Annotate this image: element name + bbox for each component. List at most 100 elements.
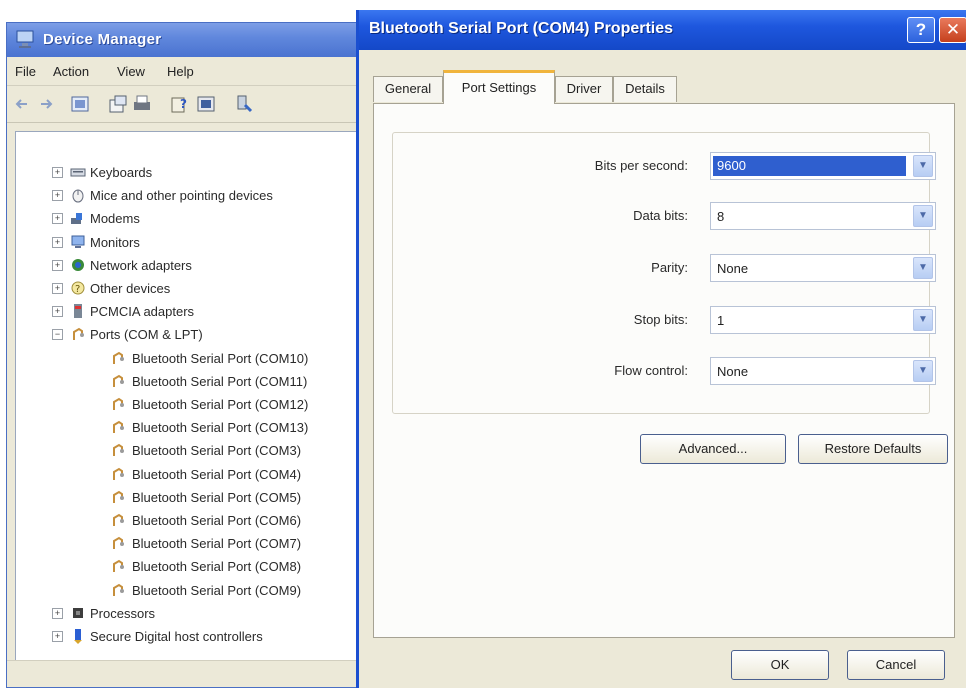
status-bar — [7, 660, 357, 687]
flow-control-value: None — [717, 364, 749, 379]
tree-item-label: Bluetooth Serial Port (COM11) — [132, 373, 308, 389]
mouse-icon — [72, 189, 84, 203]
chevron-down-icon[interactable]: ▼ — [913, 155, 933, 177]
expand-icon[interactable]: + — [52, 167, 63, 178]
tree-device-item[interactable]: Bluetooth Serial Port (COM3) — [16, 440, 356, 462]
cancel-button[interactable]: Cancel — [847, 650, 945, 680]
port-icon — [113, 583, 124, 596]
tree-category[interactable]: + Modems — [16, 208, 356, 230]
restore-defaults-button[interactable]: Restore Defaults — [798, 434, 948, 464]
ok-button[interactable]: OK — [731, 650, 829, 680]
menu-view[interactable]: View — [117, 64, 145, 79]
tree-item-label: Bluetooth Serial Port (COM10) — [132, 350, 309, 366]
tree-device-item[interactable]: Bluetooth Serial Port (COM9) — [16, 580, 356, 602]
tree-item-label: Bluetooth Serial Port (COM9) — [132, 582, 302, 598]
bits-per-second-label: Bits per second: — [594, 158, 688, 173]
tree-item-label: Modems — [90, 211, 140, 227]
tree-category[interactable]: + Keyboards — [16, 162, 356, 184]
parity-value: None — [717, 261, 749, 276]
tree-item-label: Bluetooth Serial Port (COM3) — [132, 443, 302, 459]
device-manager-window: Device Manager File Action View Help ? +… — [6, 22, 358, 688]
menu-help[interactable]: Help — [167, 64, 194, 79]
back-arrow-icon[interactable] — [11, 93, 33, 115]
menu-action[interactable]: Action — [53, 64, 89, 79]
view-icon[interactable] — [69, 93, 91, 115]
chevron-down-icon[interactable]: ▼ — [913, 257, 933, 279]
expand-icon[interactable]: + — [52, 236, 63, 248]
print-icon[interactable] — [131, 93, 153, 115]
stop-bits-select[interactable]: 1 ▼ — [710, 306, 936, 334]
flow-control-select[interactable]: None ▼ — [710, 357, 936, 385]
tree-item-label: Other devices — [90, 281, 171, 296]
sd-controller-icon — [74, 629, 82, 644]
chevron-down-icon[interactable]: ▼ — [913, 205, 933, 227]
keyboard-icon — [70, 168, 86, 177]
expand-icon[interactable]: + — [52, 607, 63, 619]
port-icon — [113, 560, 124, 573]
tree-category[interactable]: + Processors — [16, 603, 356, 625]
tree-device-item[interactable]: Bluetooth Serial Port (COM8) — [16, 556, 356, 578]
menu-file[interactable]: File — [15, 64, 36, 79]
device-manager-menu-bar: File Action View Help — [7, 57, 357, 86]
tree-item-label: Ports (COM & LPT) — [90, 327, 203, 343]
chevron-down-icon[interactable]: ▼ — [913, 360, 933, 382]
svg-text:?: ? — [75, 284, 80, 295]
expand-icon[interactable]: + — [52, 631, 63, 642]
properties-dialog: Bluetooth Serial Port (COM4) Properties … — [356, 10, 966, 688]
port-icon — [113, 397, 124, 410]
tree-device-item[interactable]: Bluetooth Serial Port (COM5) — [16, 487, 356, 509]
close-button[interactable]: ✕ — [939, 17, 966, 43]
expand-icon[interactable]: + — [52, 283, 63, 294]
tree-category[interactable]: + Mice and other pointing devices — [16, 185, 356, 207]
tree-item-label: Bluetooth Serial Port (COM13) — [132, 420, 309, 436]
tree-device-item[interactable]: Bluetooth Serial Port (COM12) — [16, 394, 356, 416]
expand-icon[interactable]: + — [52, 190, 63, 202]
chevron-down-icon[interactable]: ▼ — [913, 309, 933, 331]
data-bits-select[interactable]: 8 ▼ — [710, 202, 936, 230]
forward-arrow-icon[interactable] — [35, 93, 57, 115]
other-devices-icon: ? — [71, 281, 85, 295]
tree-device-item[interactable]: Bluetooth Serial Port (COM6) — [16, 510, 356, 532]
tree-device-item[interactable]: Bluetooth Serial Port (COM7) — [16, 533, 356, 555]
dialog-title-bar[interactable]: Bluetooth Serial Port (COM4) Properties … — [359, 10, 966, 50]
computer-icon — [16, 30, 34, 48]
tree-item-label: Bluetooth Serial Port (COM8) — [132, 559, 302, 575]
port-icon — [113, 444, 124, 457]
tree-device-item[interactable]: Bluetooth Serial Port (COM13) — [16, 417, 356, 439]
port-settings-page: Bits per second: 9600 ▼ Data bits: 8 ▼ P… — [373, 103, 955, 638]
tab-details[interactable]: Details — [613, 76, 677, 102]
collapse-icon[interactable]: − — [52, 329, 63, 341]
tree-category[interactable]: + Monitors — [16, 232, 356, 254]
tree-device-item[interactable]: Bluetooth Serial Port (COM11) — [16, 371, 356, 393]
tab-port-settings[interactable]: Port Settings — [443, 70, 555, 104]
scan-hardware-icon[interactable] — [233, 93, 255, 115]
tree-category[interactable]: − Ports (COM & LPT) — [16, 324, 356, 346]
help-icon[interactable]: ? — [169, 93, 191, 115]
expand-icon[interactable]: + — [52, 306, 63, 318]
port-icon — [113, 513, 124, 526]
expand-icon[interactable]: + — [52, 259, 63, 271]
parity-select[interactable]: None ▼ — [710, 254, 936, 282]
console-icon[interactable] — [195, 93, 217, 115]
tree-category[interactable]: +? Other devices — [16, 278, 356, 300]
tree-category[interactable]: + Network adapters — [16, 255, 356, 277]
advanced-button[interactable]: Advanced... — [640, 434, 786, 464]
tree-item-label: Bluetooth Serial Port (COM6) — [132, 513, 302, 528]
tree-category[interactable]: + PCMCIA adapters — [16, 301, 356, 323]
tab-driver[interactable]: Driver — [555, 76, 613, 102]
tree-category[interactable]: + Secure Digital host controllers — [16, 626, 356, 648]
properties-icon[interactable] — [107, 93, 129, 115]
expand-icon[interactable]: + — [52, 213, 63, 225]
tree-device-item[interactable]: Bluetooth Serial Port (COM10) — [16, 348, 356, 370]
device-tree[interactable]: + Keyboards + Mice and other pointing devic… — [15, 131, 357, 673]
tab-general[interactable]: General — [373, 76, 443, 102]
network-icon — [72, 258, 84, 271]
tree-item-label: Network adapters — [90, 257, 192, 273]
bits-per-second-select[interactable]: 9600 ▼ — [710, 152, 936, 180]
stop-bits-value: 1 — [717, 313, 725, 328]
device-manager-title-bar[interactable]: Device Manager — [7, 23, 357, 57]
tree-device-item[interactable]: Bluetooth Serial Port (COM4) — [16, 464, 356, 486]
help-button[interactable]: ? — [907, 17, 935, 43]
tree-item-label: Mice and other pointing devices — [90, 188, 273, 204]
tree-item-label: Keyboards — [90, 165, 153, 180]
